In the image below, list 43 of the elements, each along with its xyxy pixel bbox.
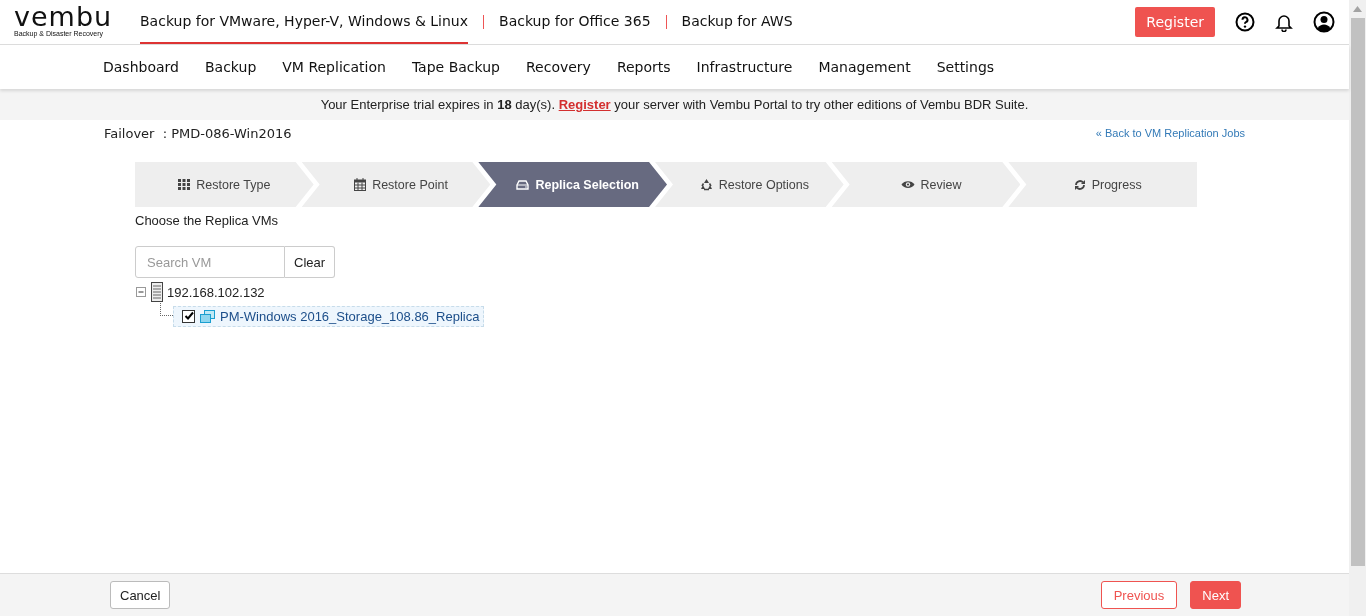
nav-menu-item[interactable]: Tape Backup xyxy=(411,59,500,75)
tree-item[interactable]: 192.168.102.132 xyxy=(167,284,265,300)
page-title: Failover : PMD-086-Win2016 xyxy=(104,125,292,141)
hard-drive-icon xyxy=(516,179,530,190)
wizard-step[interactable]: Restore Options xyxy=(655,162,844,207)
vm-stack-icon xyxy=(200,309,215,323)
cancel-button[interactable]: Cancel xyxy=(110,581,171,609)
calendar-icon xyxy=(354,178,367,191)
scroll-thumb[interactable] xyxy=(1350,18,1365,566)
clear-button[interactable]: Clear xyxy=(285,246,336,278)
wizard-step[interactable]: Restore Point xyxy=(301,162,491,207)
wizard-step[interactable]: Restore Type xyxy=(135,162,314,207)
nav-menu-item[interactable]: Backup xyxy=(204,59,257,75)
checkbox[interactable] xyxy=(182,309,195,323)
register-link[interactable]: Register xyxy=(558,97,611,112)
nav-menu-item[interactable]: Management xyxy=(818,59,911,75)
refresh-icon xyxy=(1073,178,1086,191)
wizard-step[interactable]: Replica Selection xyxy=(478,162,667,207)
collapse-icon[interactable] xyxy=(136,286,147,298)
product-tab[interactable]: Backup for AWS xyxy=(681,0,793,44)
nav-menu-item[interactable]: Dashboard xyxy=(103,59,179,75)
bell-icon[interactable] xyxy=(1275,12,1293,32)
product-tab[interactable]: Backup for Office 365 xyxy=(499,0,651,44)
search-field[interactable]: Search VM xyxy=(135,246,285,278)
nav-menu-item[interactable]: Settings xyxy=(936,59,995,75)
product-tab[interactable]: Backup for VMware, Hyper-V, Windows & Linux xyxy=(140,0,469,44)
help-icon[interactable] xyxy=(1235,12,1255,32)
wizard-step[interactable]: Review xyxy=(831,162,1021,207)
wizard-step[interactable]: Progress xyxy=(1008,162,1198,207)
back-link[interactable]: « Back to VM Replication Jobs xyxy=(1095,127,1245,139)
eye-icon xyxy=(900,180,915,189)
nav-menu-item[interactable]: VM Replication xyxy=(282,59,386,75)
previous-button[interactable]: Previous xyxy=(1100,581,1178,609)
grid-icon xyxy=(178,179,191,190)
tree-item[interactable]: PM-Windows 2016_Storage_108.86_Replica xyxy=(173,305,485,327)
nav-menu-item[interactable]: Recovery xyxy=(525,59,591,75)
user-avatar-icon[interactable] xyxy=(1313,11,1335,33)
nav-menu-item[interactable]: Infrastructure xyxy=(696,59,793,75)
trial-banner-text: Your Enterprise trial expires in 18 day(s). Register your server with Vembu Portal to try other editions of Vembu BDR Suite. xyxy=(320,97,1029,112)
scrollbar[interactable] xyxy=(1349,0,1366,616)
recycle-icon xyxy=(699,178,713,191)
nav-menu-item[interactable]: Reports xyxy=(616,59,671,75)
section-title: Choose the Replica VMs xyxy=(135,213,280,228)
